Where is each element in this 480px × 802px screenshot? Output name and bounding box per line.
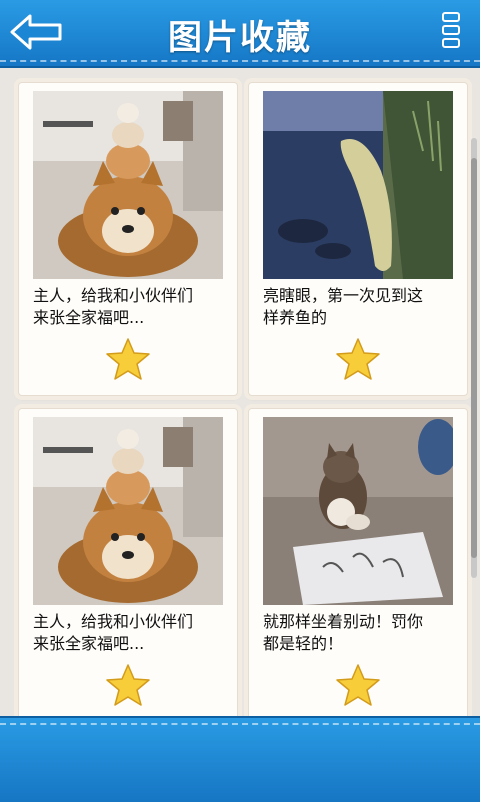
shiba-dogs-photo[interactable]	[33, 417, 223, 605]
favorite-card[interactable]: 主人，给我和小伙伴们 来张全家福吧...	[18, 82, 238, 396]
caption-line: 亮瞎眼，第一次见到这	[263, 286, 424, 305]
caption-line: 主人，给我和小伙伴们	[33, 612, 194, 631]
card-caption: 亮瞎眼，第一次见到这 样养鱼的	[263, 285, 459, 329]
star-icon[interactable]	[105, 337, 151, 381]
caption-line: 都是轻的！	[263, 634, 344, 653]
menu-icon[interactable]	[442, 12, 462, 54]
caption-line: 样养鱼的	[263, 308, 328, 327]
shiba-dogs-photo[interactable]	[33, 91, 223, 279]
favorite-card[interactable]: 就那样坐着别动！罚你 都是轻的！	[248, 408, 468, 716]
page-title: 图片收藏	[168, 18, 312, 58]
caption-line: 主人，给我和小伙伴们	[33, 286, 194, 305]
card-caption: 主人，给我和小伙伴们 来张全家福吧...	[33, 285, 229, 329]
star-icon[interactable]	[335, 337, 381, 381]
fish-photo[interactable]	[263, 91, 453, 279]
caption-line: 来张全家福吧...	[33, 308, 145, 327]
app-header: 图片收藏	[0, 0, 480, 68]
card-caption: 就那样坐着别动！罚你 都是轻的！	[263, 611, 459, 655]
favorite-card[interactable]: 主人，给我和小伙伴们 来张全家福吧...	[18, 408, 238, 716]
card-caption: 主人，给我和小伙伴们 来张全家福吧...	[33, 611, 229, 655]
favorite-card[interactable]: 亮瞎眼，第一次见到这 样养鱼的	[248, 82, 468, 396]
scrollbar-thumb[interactable]	[471, 158, 477, 558]
bottom-bar	[0, 716, 480, 802]
caption-line: 来张全家福吧...	[33, 634, 145, 653]
star-icon[interactable]	[105, 663, 151, 707]
cat-photo[interactable]	[263, 417, 453, 605]
favorites-grid: 主人，给我和小伙伴们 来张全家福吧... 亮瞎眼，第一次见到这 样养鱼的 主人，…	[0, 68, 480, 716]
star-icon[interactable]	[335, 663, 381, 707]
caption-line: 就那样坐着别动！罚你	[263, 612, 424, 631]
